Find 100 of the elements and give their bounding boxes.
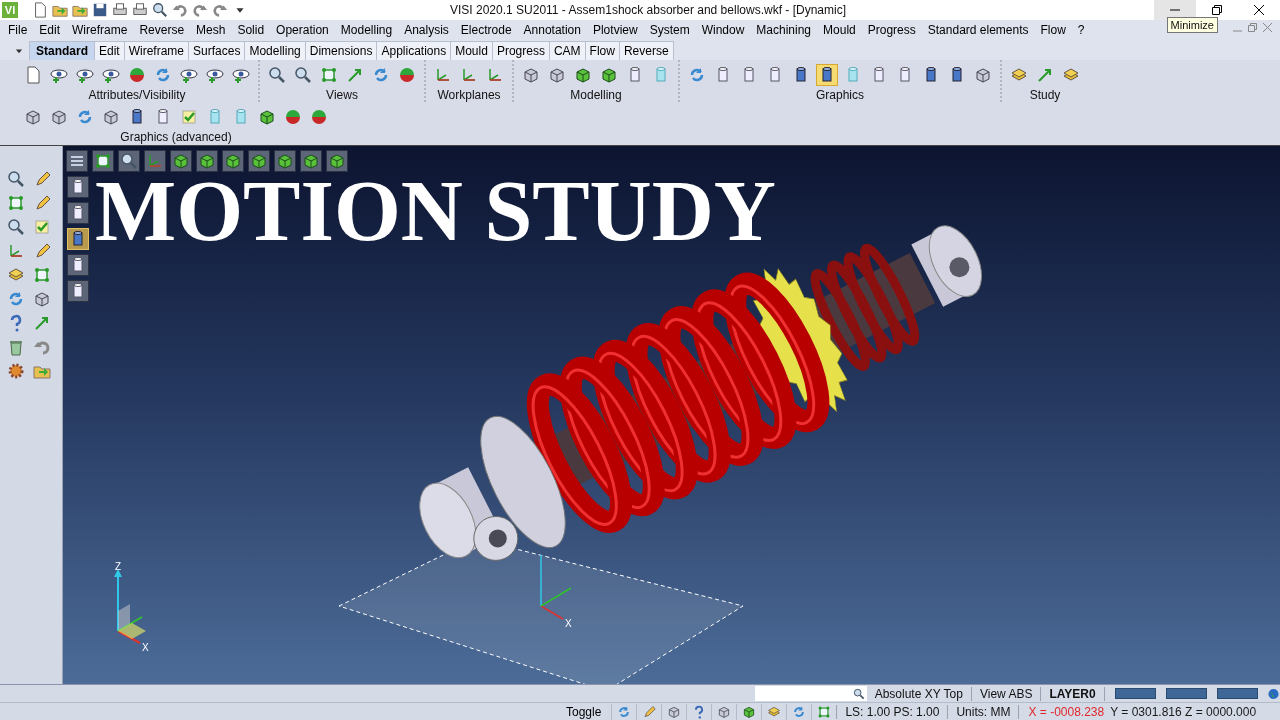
menu-item[interactable]: Electrode — [454, 23, 518, 37]
status-button[interactable] — [1165, 688, 1207, 699]
menu-item[interactable]: Reverse — [133, 23, 191, 37]
toolbar-button[interactable] — [274, 150, 296, 172]
toggle-button[interactable]: Toggle — [556, 704, 612, 719]
tab[interactable]: Surfaces — [188, 41, 246, 60]
zoom-icon — [852, 687, 865, 700]
toolbar-button[interactable] — [300, 150, 322, 172]
origin-triad — [540, 554, 572, 620]
menu-item[interactable]: Mesh — [190, 23, 232, 37]
menu-item[interactable]: Wireframe — [66, 23, 134, 37]
toolbar-button[interactable] — [67, 280, 89, 302]
cube-icon — [548, 66, 566, 84]
toolbar-button[interactable] — [222, 150, 244, 172]
group-label: Workplanes — [437, 88, 501, 102]
refresh-icon — [154, 66, 172, 84]
sphere-icon — [398, 66, 416, 84]
eye-icon — [50, 66, 68, 84]
menu-item[interactable]: Window — [695, 23, 751, 37]
toolbar-button[interactable] — [248, 150, 270, 172]
tab[interactable]: Mould — [450, 41, 493, 60]
cube-icon — [24, 108, 42, 126]
refresh-icon — [76, 108, 94, 126]
menu-item[interactable]: Operation — [270, 23, 335, 37]
status-button[interactable] — [1216, 688, 1258, 699]
toolbar-button[interactable] — [816, 64, 838, 86]
axis-label: Z — [115, 561, 122, 572]
sphere-icon — [128, 66, 146, 84]
menu-item[interactable]: Modelling — [334, 23, 399, 37]
menu-item[interactable]: ? — [1071, 23, 1091, 37]
menu-item[interactable]: Analysis — [398, 23, 455, 37]
group-label: Views — [326, 88, 358, 102]
group-label: Attributes/Visibility — [88, 88, 186, 102]
tab[interactable]: Dimensions — [304, 41, 378, 60]
menu-item[interactable]: Annotation — [517, 23, 587, 37]
menu-item[interactable]: Mould — [817, 23, 862, 37]
refresh-icon — [7, 290, 25, 308]
layer-label[interactable]: LAYER0 — [1041, 686, 1104, 701]
greencube-icon — [328, 152, 346, 170]
axes-icon — [7, 242, 25, 260]
tab[interactable]: Flow — [584, 41, 620, 60]
coordinate-readout: Y = 0301.816 Z = 0000.000 — [1109, 704, 1258, 719]
tab[interactable]: Wireframe — [123, 41, 190, 60]
menu-item[interactable]: Machining — [750, 23, 818, 37]
tab[interactable]: Applications — [376, 41, 452, 60]
arrow-icon — [33, 314, 51, 332]
tab[interactable]: Modelling — [244, 41, 306, 60]
menu-item[interactable]: Plotview — [586, 23, 644, 37]
arrow-icon — [1036, 66, 1054, 84]
toolbar-button[interactable] — [67, 254, 89, 276]
zoom-icon — [152, 2, 168, 18]
menu-item[interactable]: Flow — [1034, 23, 1072, 37]
axes-icon — [434, 66, 452, 84]
toolbar-button[interactable] — [67, 202, 89, 224]
search-field[interactable] — [755, 686, 867, 701]
greencube-icon — [224, 152, 242, 170]
restore-icon[interactable] — [1248, 23, 1257, 32]
arrow-icon — [346, 66, 364, 84]
view-label[interactable]: Absolute XY Top — [866, 686, 971, 701]
check-icon — [180, 108, 198, 126]
cube-icon — [102, 108, 120, 126]
menu-item[interactable]: System — [643, 23, 696, 37]
undo-icon — [172, 2, 188, 18]
menu-item[interactable]: Edit — [33, 23, 67, 37]
menu-item[interactable]: Solid — [231, 23, 271, 37]
view-mode-label[interactable]: View ABS — [971, 686, 1041, 701]
pencil-icon — [33, 242, 51, 260]
group-label: Modelling — [570, 88, 622, 102]
refresh-icon — [688, 66, 706, 84]
tab[interactable]: Reverse — [618, 41, 674, 60]
eye-icon — [102, 66, 120, 84]
tab[interactable]: CAM — [548, 41, 586, 60]
tab[interactable]: Progress — [491, 41, 550, 60]
overlay-title: MOTION STUDY — [95, 168, 776, 254]
menu-item[interactable]: Progress — [861, 23, 922, 37]
minimize-button[interactable] — [1154, 0, 1196, 20]
cube-icon — [33, 290, 51, 308]
toolbar-button[interactable] — [326, 150, 348, 172]
toolbar-button[interactable] — [170, 150, 192, 172]
status-button[interactable] — [1114, 688, 1156, 699]
menu-item[interactable]: Standard elements — [921, 23, 1035, 37]
cube-icon — [50, 108, 68, 126]
toolbar-button[interactable] — [66, 150, 88, 172]
close-icon[interactable] — [1263, 23, 1272, 32]
menu-item[interactable]: File — [2, 23, 34, 37]
toolbar-button[interactable] — [67, 176, 89, 198]
toolbar-button[interactable] — [196, 150, 218, 172]
tab[interactable]: Standard — [29, 41, 95, 60]
toolbar-button[interactable] — [118, 150, 140, 172]
pencil-icon — [642, 704, 657, 719]
group-label: Graphics — [816, 88, 864, 102]
tab[interactable]: Edit — [94, 41, 125, 60]
toolbar-button[interactable] — [92, 150, 114, 172]
pencil-icon — [33, 170, 51, 188]
axes-icon — [146, 152, 164, 170]
redo-icon — [212, 2, 228, 18]
redo-icon — [192, 2, 208, 18]
cube-icon — [717, 704, 732, 719]
cube-icon — [974, 66, 992, 84]
zoom-icon — [7, 170, 25, 188]
